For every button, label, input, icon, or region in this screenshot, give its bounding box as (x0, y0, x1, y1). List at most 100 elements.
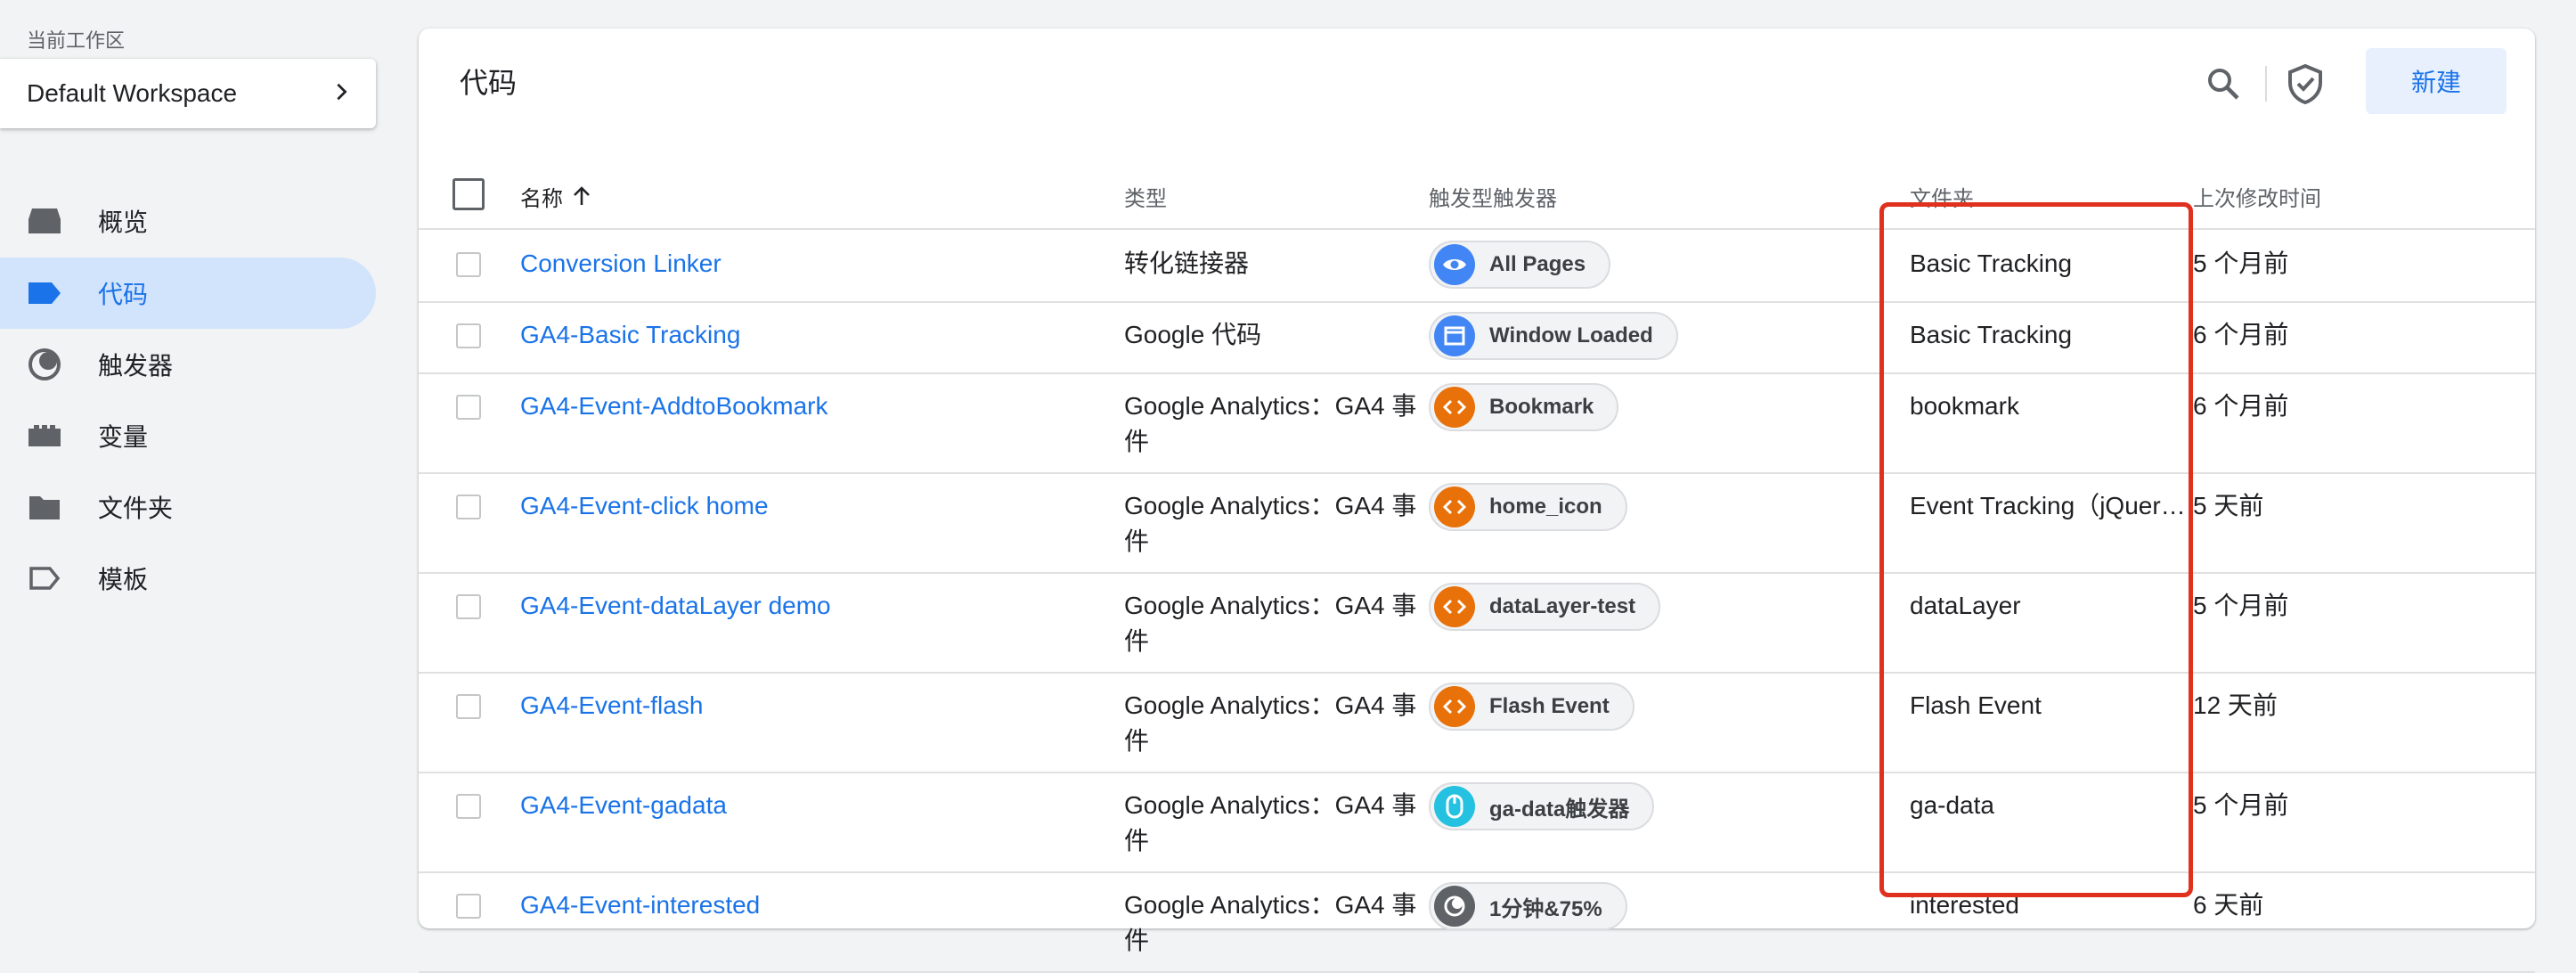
code-icon (1434, 586, 1475, 627)
trigger-chip[interactable]: Bookmark (1429, 383, 1619, 431)
tag-type: Google Analytics：GA4 事件 (1124, 492, 1417, 555)
trigger-chip[interactable]: All Pages (1429, 241, 1611, 289)
workspace-selector[interactable]: Default Workspace (0, 59, 376, 128)
code-icon (1434, 487, 1475, 527)
table-row[interactable]: GA4-Basic Tracking Google 代码 Window Loaded… (419, 301, 2535, 374)
sidebar-item-label: 触发器 (98, 352, 174, 380)
tags-panel: 代码 新建 名称 类型 触发型触发器 文件夹 上次修改时间 Conversion… (419, 29, 2535, 973)
row-checkbox[interactable] (456, 252, 481, 277)
row-checkbox[interactable] (456, 495, 481, 519)
toolbar-divider (2265, 66, 2267, 102)
shield-check-icon[interactable] (2280, 59, 2330, 109)
folder-name: Basic Tracking (1910, 249, 2073, 277)
folder-icon (27, 489, 62, 525)
trigger-chip[interactable]: home_icon (1429, 483, 1627, 531)
folder-name: interested (1910, 891, 2019, 919)
table-row[interactable]: GA4-Event-gadata Google Analytics：GA4 事件 g… (419, 772, 2535, 873)
row-checkbox[interactable] (456, 323, 481, 348)
sidebar-item-folders[interactable]: 文件夹 (0, 471, 376, 543)
tag-name-link[interactable]: Conversion Linker (520, 246, 721, 282)
workspace-name: Default Workspace (27, 79, 238, 107)
tag-name-link[interactable]: GA4-Event-gadata (520, 788, 727, 823)
table-row[interactable]: GA4-Event-dataLayer demo Google Analytics… (419, 572, 2535, 674)
folder-name: Basic Tracking (1910, 321, 2073, 348)
row-checkbox[interactable] (456, 395, 481, 420)
sort-arrow-up-icon (572, 185, 591, 207)
code-icon (1434, 387, 1475, 428)
row-checkbox[interactable] (456, 794, 481, 819)
row-checkbox[interactable] (456, 894, 481, 919)
tag-type: 转化链接器 (1124, 249, 1250, 277)
trigger-label: Bookmark (1489, 395, 1594, 419)
folder-name: bookmark (1910, 392, 2019, 420)
table-row[interactable]: GA4-Event-click home Google Analytics：GA4… (419, 472, 2535, 574)
table-row[interactable]: GA4-Event-interested Google Analytics：GA4… (419, 871, 2535, 973)
sidebar-item-variables[interactable]: 变量 (0, 400, 376, 471)
workspace-label: 当前工作区 (27, 29, 126, 52)
tag-type: Google Analytics：GA4 事件 (1124, 691, 1417, 755)
overview-icon (27, 203, 62, 239)
search-icon[interactable] (2198, 59, 2248, 109)
sidebar-item-triggers[interactable]: 触发器 (0, 329, 376, 400)
folder-name: ga-data (1910, 791, 1994, 819)
trigger-label: dataLayer-test (1489, 594, 1636, 618)
modified-time: 6 天前 (2193, 891, 2264, 919)
tag-name-link[interactable]: GA4-Event-flash (520, 688, 703, 724)
code-icon (1434, 686, 1475, 727)
new-tag-button[interactable]: 新建 (2366, 48, 2507, 114)
trigger-label: home_icon (1489, 495, 1602, 519)
column-name-label: 名称 (520, 186, 563, 211)
sidebar-item-tags[interactable]: 代码 (0, 258, 376, 329)
folder-name: dataLayer (1910, 592, 2021, 619)
table-header: 名称 类型 触发型触发器 文件夹 上次修改时间 (419, 164, 2535, 230)
modified-time: 12 天前 (2193, 691, 2278, 719)
trigger-label: ga-data触发器 (1489, 797, 1630, 822)
trigger-chip[interactable]: Flash Event (1429, 683, 1634, 731)
table-row[interactable]: Conversion Linker 转化链接器 All Pages Basic Tra… (419, 230, 2535, 303)
column-name-header[interactable]: 名称 (520, 164, 591, 228)
table-row[interactable]: GA4-Event-AddtoBookmark Google Analytics：… (419, 372, 2535, 474)
window-icon (1434, 315, 1475, 356)
trigger-label: All Pages (1489, 252, 1586, 276)
tag-name-link[interactable]: GA4-Basic Tracking (520, 317, 740, 353)
column-folder-header[interactable]: 文件夹 (1910, 164, 1974, 228)
tag-name-link[interactable]: GA4-Event-click home (520, 488, 769, 524)
trigger-label: Flash Event (1489, 694, 1610, 718)
trigger-chip[interactable]: ga-data触发器 (1429, 782, 1655, 830)
column-trigger-header[interactable]: 触发型触发器 (1429, 164, 1557, 228)
modified-time: 6 个月前 (2193, 321, 2289, 348)
trigger-chip[interactable]: 1分钟&75% (1429, 882, 1627, 930)
row-checkbox[interactable] (456, 594, 481, 619)
table-row[interactable]: GA4-Event-flash Google Analytics：GA4 事件 Fl… (419, 672, 2535, 773)
folder-name: Event Tracking（jQuer… (1910, 492, 2186, 519)
column-modified-header[interactable]: 上次修改时间 (2193, 164, 2321, 228)
column-type-header[interactable]: 类型 (1124, 164, 1167, 228)
sidebar-item-templates[interactable]: 模板 (0, 543, 376, 614)
tag-type: Google Analytics：GA4 事件 (1124, 592, 1417, 655)
trigger-chip[interactable]: dataLayer-test (1429, 583, 1661, 631)
select-all-checkbox[interactable] (452, 178, 485, 210)
sidebar-item-label: 变量 (98, 423, 149, 451)
sidebar-item-overview[interactable]: 概览 (0, 185, 376, 257)
modified-time: 6 个月前 (2193, 392, 2289, 420)
tag-name-link[interactable]: GA4-Event-interested (520, 887, 760, 923)
sidebar-item-label: 文件夹 (98, 495, 174, 522)
eye-icon (1434, 244, 1475, 285)
tag-type: Google Analytics：GA4 事件 (1124, 392, 1417, 455)
row-checkbox[interactable] (456, 694, 481, 719)
trigger-chip[interactable]: Window Loaded (1429, 312, 1678, 360)
tag-icon (27, 275, 62, 311)
tag-name-link[interactable]: GA4-Event-dataLayer demo (520, 588, 831, 624)
template-icon (27, 560, 62, 596)
sidebar-item-label: 概览 (98, 208, 149, 236)
tag-type: Google Analytics：GA4 事件 (1124, 891, 1417, 954)
tag-name-link[interactable]: GA4-Event-AddtoBookmark (520, 388, 828, 424)
mouse-icon (1434, 786, 1475, 827)
tag-type: Google Analytics：GA4 事件 (1124, 791, 1417, 854)
modified-time: 5 天前 (2193, 492, 2264, 519)
chevron-right-icon (331, 79, 351, 108)
group-icon (1434, 886, 1475, 927)
folder-name: Flash Event (1910, 691, 2042, 719)
modified-time: 5 个月前 (2193, 592, 2289, 619)
modified-time: 5 个月前 (2193, 791, 2289, 819)
